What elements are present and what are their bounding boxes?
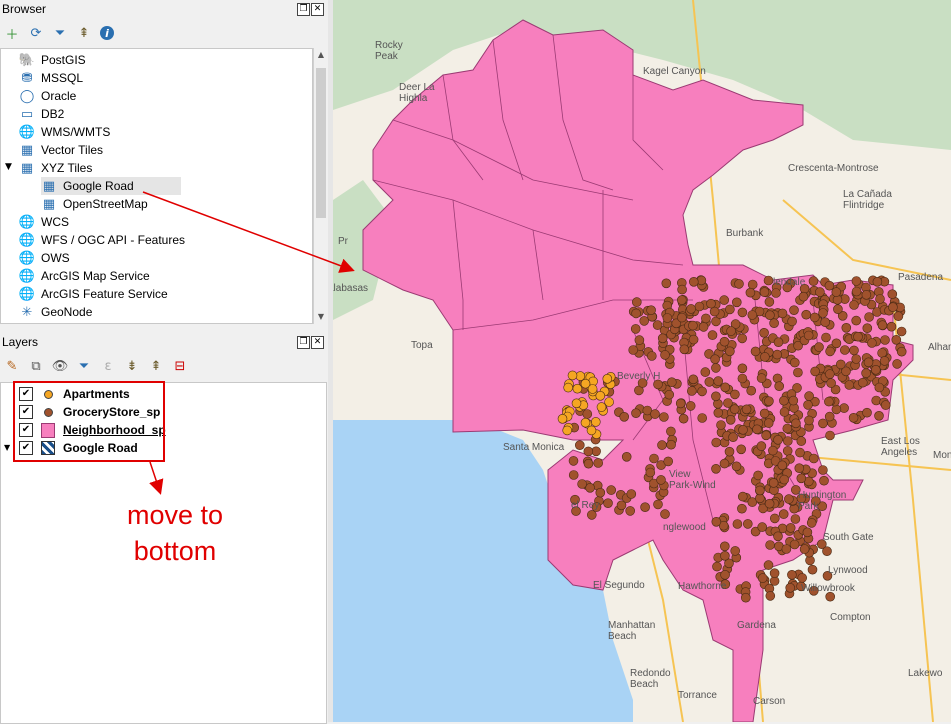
annotation-arrows xyxy=(142,191,355,495)
arrow-to-annotation xyxy=(149,461,164,495)
arrow-to-map xyxy=(142,191,355,273)
